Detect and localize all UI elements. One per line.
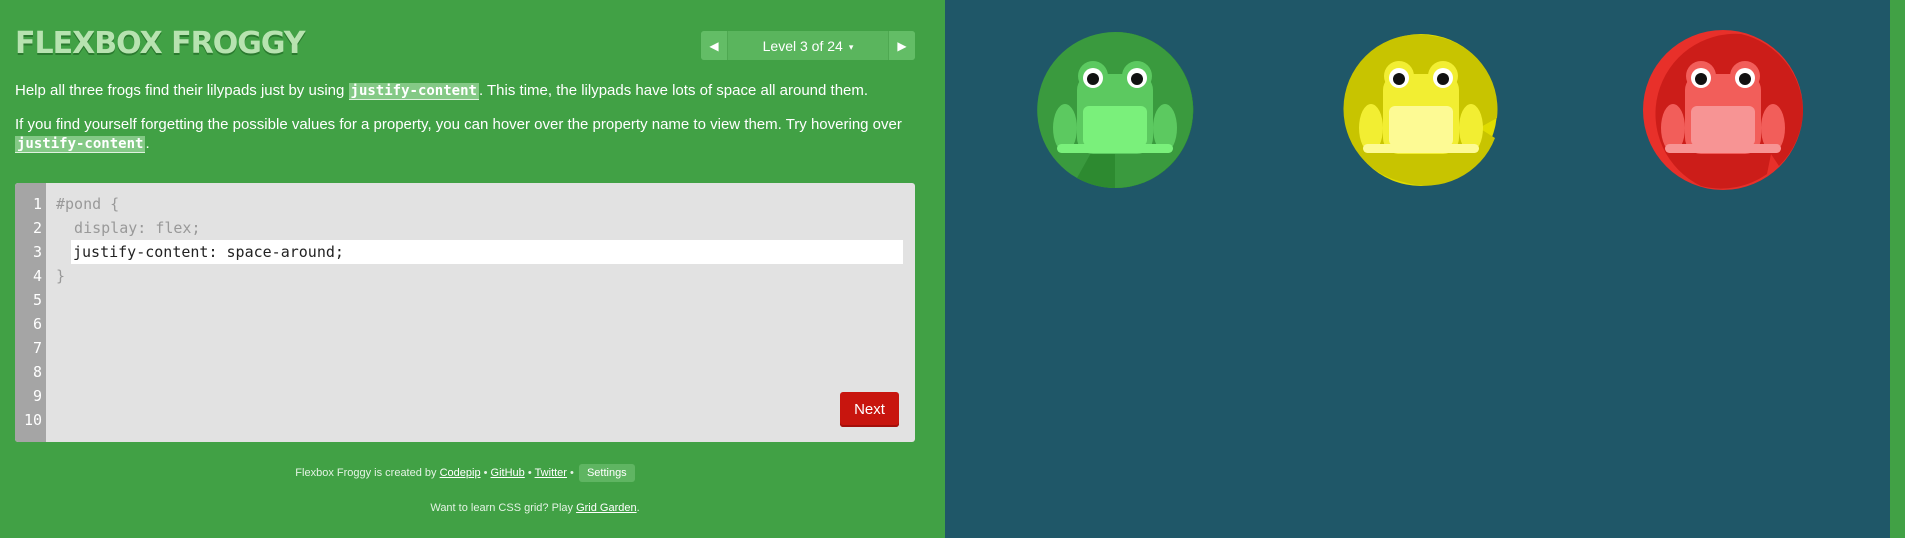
yellow-frog: [1343, 28, 1503, 192]
promo-text: Want to learn CSS grid? Play: [430, 502, 577, 514]
instructions-paragraph-2: If you find yourself forgetting the poss…: [15, 115, 915, 154]
instruction-text: If you find yourself forgetting the poss…: [15, 116, 902, 133]
line-number: 2: [32, 219, 42, 237]
yellow-lilypad-icon: [1343, 34, 1498, 186]
green-lilypad-icon: [1037, 31, 1194, 188]
separator: •: [524, 467, 535, 479]
line-number: 7: [32, 339, 42, 357]
grid-garden-promo: Want to learn CSS grid? Play Grid Garden…: [0, 502, 1070, 514]
promo-text: .: [636, 502, 640, 514]
twitter-link[interactable]: Twitter: [535, 467, 567, 479]
css-editor: 1 2 3 4 5 6 7 8 9 10 #pond { display: fl…: [15, 183, 915, 442]
credits-line: Flexbox Froggy is created by Codepip • G…: [0, 464, 930, 482]
code-line-display: display: flex;: [56, 219, 201, 237]
triangle-right-icon: ▶: [897, 38, 907, 53]
caret-down-icon: ▾: [848, 41, 854, 52]
line-number: 4: [32, 267, 42, 285]
line-number-gutter: 1 2 3 4 5 6 7 8 9 10: [15, 183, 46, 442]
line-number: 9: [32, 387, 42, 405]
app: FLEXBOX FROGGY ◀ Level 3 of 24 ▾ ▶ Help a…: [0, 0, 1905, 538]
instructions-paragraph-1: Help all three frogs find their lilypads…: [15, 81, 915, 101]
red-lilypad-icon: [1643, 30, 1803, 190]
property-keyword[interactable]: justify-content: [348, 83, 479, 100]
instruction-text: Help all three frogs find their lilypads…: [15, 82, 349, 99]
game-title: FLEXBOX FROGGY: [15, 26, 306, 61]
property-keyword[interactable]: justify-content: [15, 136, 146, 153]
instruction-text: . This time, the lilypads have lots of s…: [478, 82, 869, 99]
line-number: 3: [32, 243, 42, 261]
level-navigator: ◀ Level 3 of 24 ▾ ▶: [701, 31, 915, 60]
credits-text: Flexbox Froggy is created by: [295, 467, 440, 479]
line-number: 8: [32, 363, 42, 381]
red-frog: [1641, 28, 1803, 192]
codepip-link[interactable]: Codepip: [440, 467, 481, 479]
green-frog: [1035, 28, 1195, 192]
css-code-input[interactable]: [71, 240, 903, 264]
settings-button[interactable]: Settings: [578, 464, 635, 482]
right-edge-strip: [1890, 0, 1905, 538]
triangle-left-icon: ◀: [709, 38, 719, 53]
grid-garden-link[interactable]: Grid Garden: [576, 502, 637, 514]
next-level-button[interactable]: ▶: [888, 31, 915, 60]
line-number: 6: [32, 315, 42, 333]
level-indicator[interactable]: Level 3 of 24 ▾: [728, 38, 888, 54]
prev-level-button[interactable]: ◀: [701, 31, 728, 60]
line-number: 1: [32, 195, 42, 213]
code-line-selector: #pond {: [56, 195, 120, 213]
line-number: 5: [32, 291, 42, 309]
pond: [945, 0, 1890, 538]
next-button[interactable]: Next: [840, 392, 899, 427]
line-number: 10: [23, 411, 42, 429]
separator: •: [566, 467, 577, 479]
separator: •: [480, 467, 491, 479]
github-link[interactable]: GitHub: [491, 467, 525, 479]
sidebar: FLEXBOX FROGGY ◀ Level 3 of 24 ▾ ▶ Help a…: [0, 0, 945, 538]
code-line-close-brace: }: [56, 267, 66, 285]
level-label: Level 3 of 24: [762, 37, 843, 54]
instruction-text: .: [145, 135, 150, 152]
